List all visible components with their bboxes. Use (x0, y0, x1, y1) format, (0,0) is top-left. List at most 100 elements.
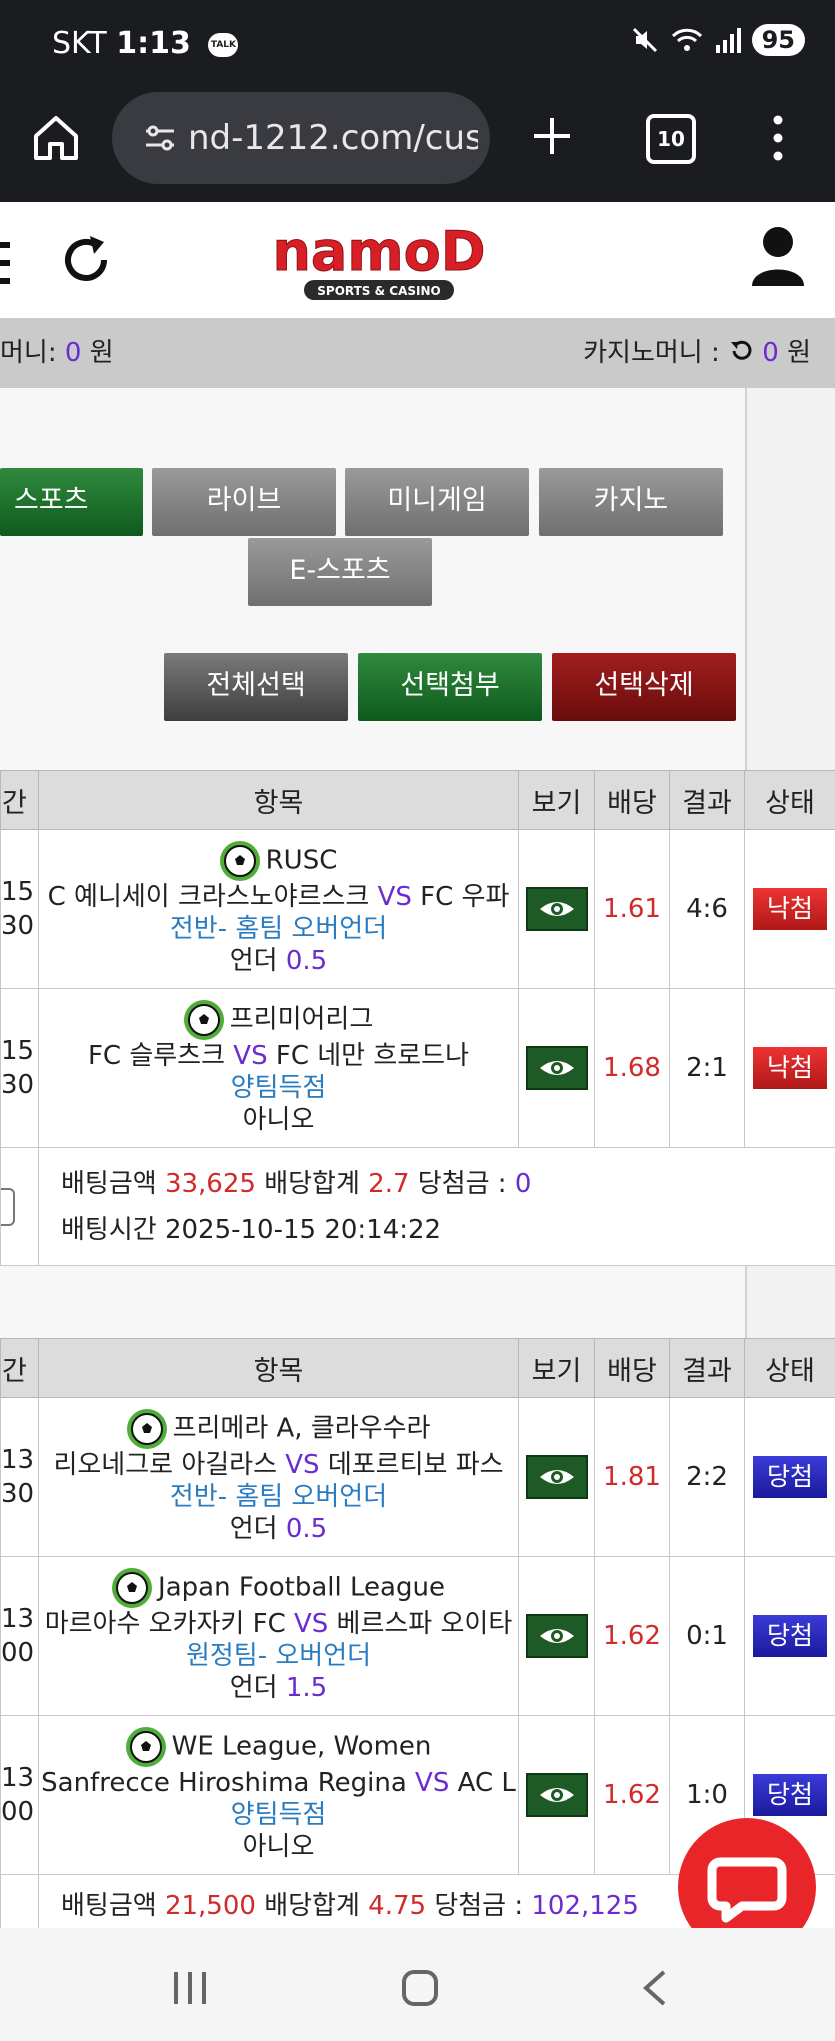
result-score: 2:2 (669, 1397, 745, 1557)
view-cell (518, 988, 595, 1148)
header-odds: 배당 (594, 1338, 670, 1398)
market-name: 양팀득점 (230, 1800, 327, 1830)
header-result: 결과 (669, 1338, 745, 1398)
result-score: 4:6 (669, 829, 745, 989)
home-icon[interactable] (28, 110, 84, 166)
view-eye-button[interactable] (525, 1455, 588, 1499)
status-cell: 낙첨 (744, 988, 835, 1148)
attach-selected-button[interactable]: 선택첨부 (358, 653, 542, 721)
casino-money-unit: 원 (787, 338, 811, 368)
status-cell: 당첨 (744, 1397, 835, 1557)
carrier-time: SKT 1:13 TALK (52, 26, 239, 61)
league-name: RUSC (265, 845, 338, 876)
system-nav-bar (0, 1928, 835, 2041)
tab-minigame[interactable]: 미니게임 (345, 468, 529, 536)
header-result: 결과 (669, 770, 745, 830)
select-checkbox[interactable] (1, 1187, 15, 1226)
league-name: 프리메라 A, 클라우수라 (172, 1413, 431, 1444)
table-header-row: 간 항목 보기 배당 결과 상태 (0, 1338, 835, 1398)
tab-esports[interactable]: E-스포츠 (248, 538, 432, 606)
casino-money-label: 카지노머니 : (583, 338, 720, 368)
new-tab-icon[interactable] (528, 112, 576, 160)
svg-text:namoD: namoD (272, 220, 485, 283)
soccer-ball-icon (219, 841, 260, 881)
view-eye-button[interactable] (525, 1046, 588, 1090)
more-menu-icon[interactable] (770, 110, 786, 166)
table-row: 15 30 RUSC C 예니세이 크라스노야르스크 VS FC 우파 전반- 홈… (0, 829, 835, 989)
mute-icon (632, 27, 657, 53)
odds-value: 1.68 (594, 988, 670, 1148)
status-badge: 당첨 (753, 1774, 827, 1816)
tab-switcher-button[interactable]: 10 (646, 114, 696, 164)
bet-time-cell: 15 30 (0, 829, 39, 989)
refresh-casino-money-icon[interactable] (728, 338, 754, 364)
table-row: 13 30 프리메라 A, 클라우수라 리오네그로 아길라스 VS 데포르티보 파… (0, 1397, 835, 1557)
bet-slip-table: 간 항목 보기 배당 결과 상태 15 30 RUSC C 예니세이 크라스노야르… (0, 770, 835, 1266)
site-logo[interactable]: namoD SPORTS & CASINO (232, 220, 526, 304)
delete-selected-button[interactable]: 선택삭제 (552, 653, 736, 721)
carrier: SKT (52, 26, 107, 61)
hamburger-menu-icon[interactable] (0, 238, 10, 288)
tab-casino[interactable]: 카지노 (539, 468, 723, 536)
wifi-icon (671, 28, 702, 51)
bet-summary-row: 배팅금액 33,625 배당합계 2.7 당첨금 : 0 배팅시간 2025-1… (0, 1147, 835, 1266)
tab-sports[interactable]: 스포츠 (0, 468, 143, 536)
bet-time-cell: 15 30 (0, 988, 39, 1148)
status-icons: 95 (630, 24, 805, 56)
refresh-icon[interactable] (56, 230, 116, 290)
tab-live[interactable]: 라이브 (152, 468, 336, 536)
header-item: 항목 (38, 1338, 519, 1398)
match-info-cell: 프리메라 A, 클라우수라 리오네그로 아길라스 VS 데포르티보 파스 전반-… (38, 1397, 519, 1557)
match-info-cell: RUSC C 예니세이 크라스노야르스크 VS FC 우파 전반- 홈팀 오버언… (38, 829, 519, 989)
select-checkbox-cell (0, 1147, 39, 1266)
soccer-ball-icon (126, 1409, 167, 1449)
site-header: namoD SPORTS & CASINO (0, 202, 835, 318)
table-header-row: 간 항목 보기 배당 결과 상태 (0, 770, 835, 830)
money-value: 0 (64, 338, 82, 368)
soccer-ball-icon (125, 1727, 166, 1767)
clock: 1:13 (116, 26, 191, 61)
market-name: 양팀득점 (230, 1073, 327, 1103)
market-name: 전반- 홈팀 오버언더 (169, 914, 388, 944)
header-item: 항목 (38, 770, 519, 830)
match-info-cell: 프리미어리그 FC 슬루츠크 VS FC 네만 흐로드나 양팀득점 아니오 (38, 988, 519, 1148)
site-settings-icon[interactable] (140, 118, 180, 158)
match-info-cell: Japan Football League 마르아수 오카자키 FC VS 베르… (38, 1556, 519, 1716)
result-score: 2:1 (669, 988, 745, 1148)
money-balance: 머니: 0 원 (0, 318, 114, 388)
status-bar: SKT 1:13 TALK 95 (0, 0, 835, 92)
odds-value: 1.81 (594, 1397, 670, 1557)
view-eye-button[interactable] (525, 1614, 588, 1658)
recent-apps-icon[interactable] (170, 1970, 210, 2006)
view-cell (518, 1397, 595, 1557)
header-view: 보기 (518, 770, 595, 830)
header-view: 보기 (518, 1338, 595, 1398)
view-eye-button[interactable] (525, 887, 588, 931)
bet-time-cell: 13 00 (0, 1556, 39, 1716)
status-badge: 당첨 (753, 1615, 827, 1657)
soccer-ball-icon (112, 1568, 153, 1608)
signal-icon (715, 28, 741, 53)
table-row: 13 00 Japan Football League 마르아수 오카자키 FC … (0, 1556, 835, 1716)
header-time: 간 (0, 1338, 39, 1398)
user-account-icon[interactable] (750, 224, 806, 288)
casino-money-balance: 카지노머니 : 0 원 (583, 318, 811, 388)
soccer-ball-icon (183, 1000, 224, 1040)
casino-money-value: 0 (762, 338, 779, 368)
table-row: 15 30 프리미어리그 FC 슬루츠크 VS FC 네만 흐로드나 양팀득점 아… (0, 988, 835, 1148)
back-icon[interactable] (640, 1968, 670, 2008)
match-info-cell: WE League, Women Sanfrecce Hiroshima Reg… (38, 1715, 519, 1875)
market-name: 전반- 홈팀 오버언더 (169, 1482, 388, 1512)
select-all-button[interactable]: 전체선택 (164, 653, 348, 721)
header-status: 상태 (744, 770, 835, 830)
bet-time-cell: 13 30 (0, 1397, 39, 1557)
url-text[interactable]: nd-1212.com/cust (188, 118, 478, 158)
odds-value: 1.61 (594, 829, 670, 989)
money-unit: 원 (89, 338, 114, 368)
odds-value: 1.62 (594, 1715, 670, 1875)
url-bar[interactable]: nd-1212.com/cust (112, 92, 490, 184)
view-eye-button[interactable] (525, 1773, 588, 1817)
home-nav-icon[interactable] (402, 1970, 438, 2006)
league-name: Japan Football League (158, 1572, 445, 1603)
market-name: 원정팀- 오버언더 (185, 1641, 372, 1671)
